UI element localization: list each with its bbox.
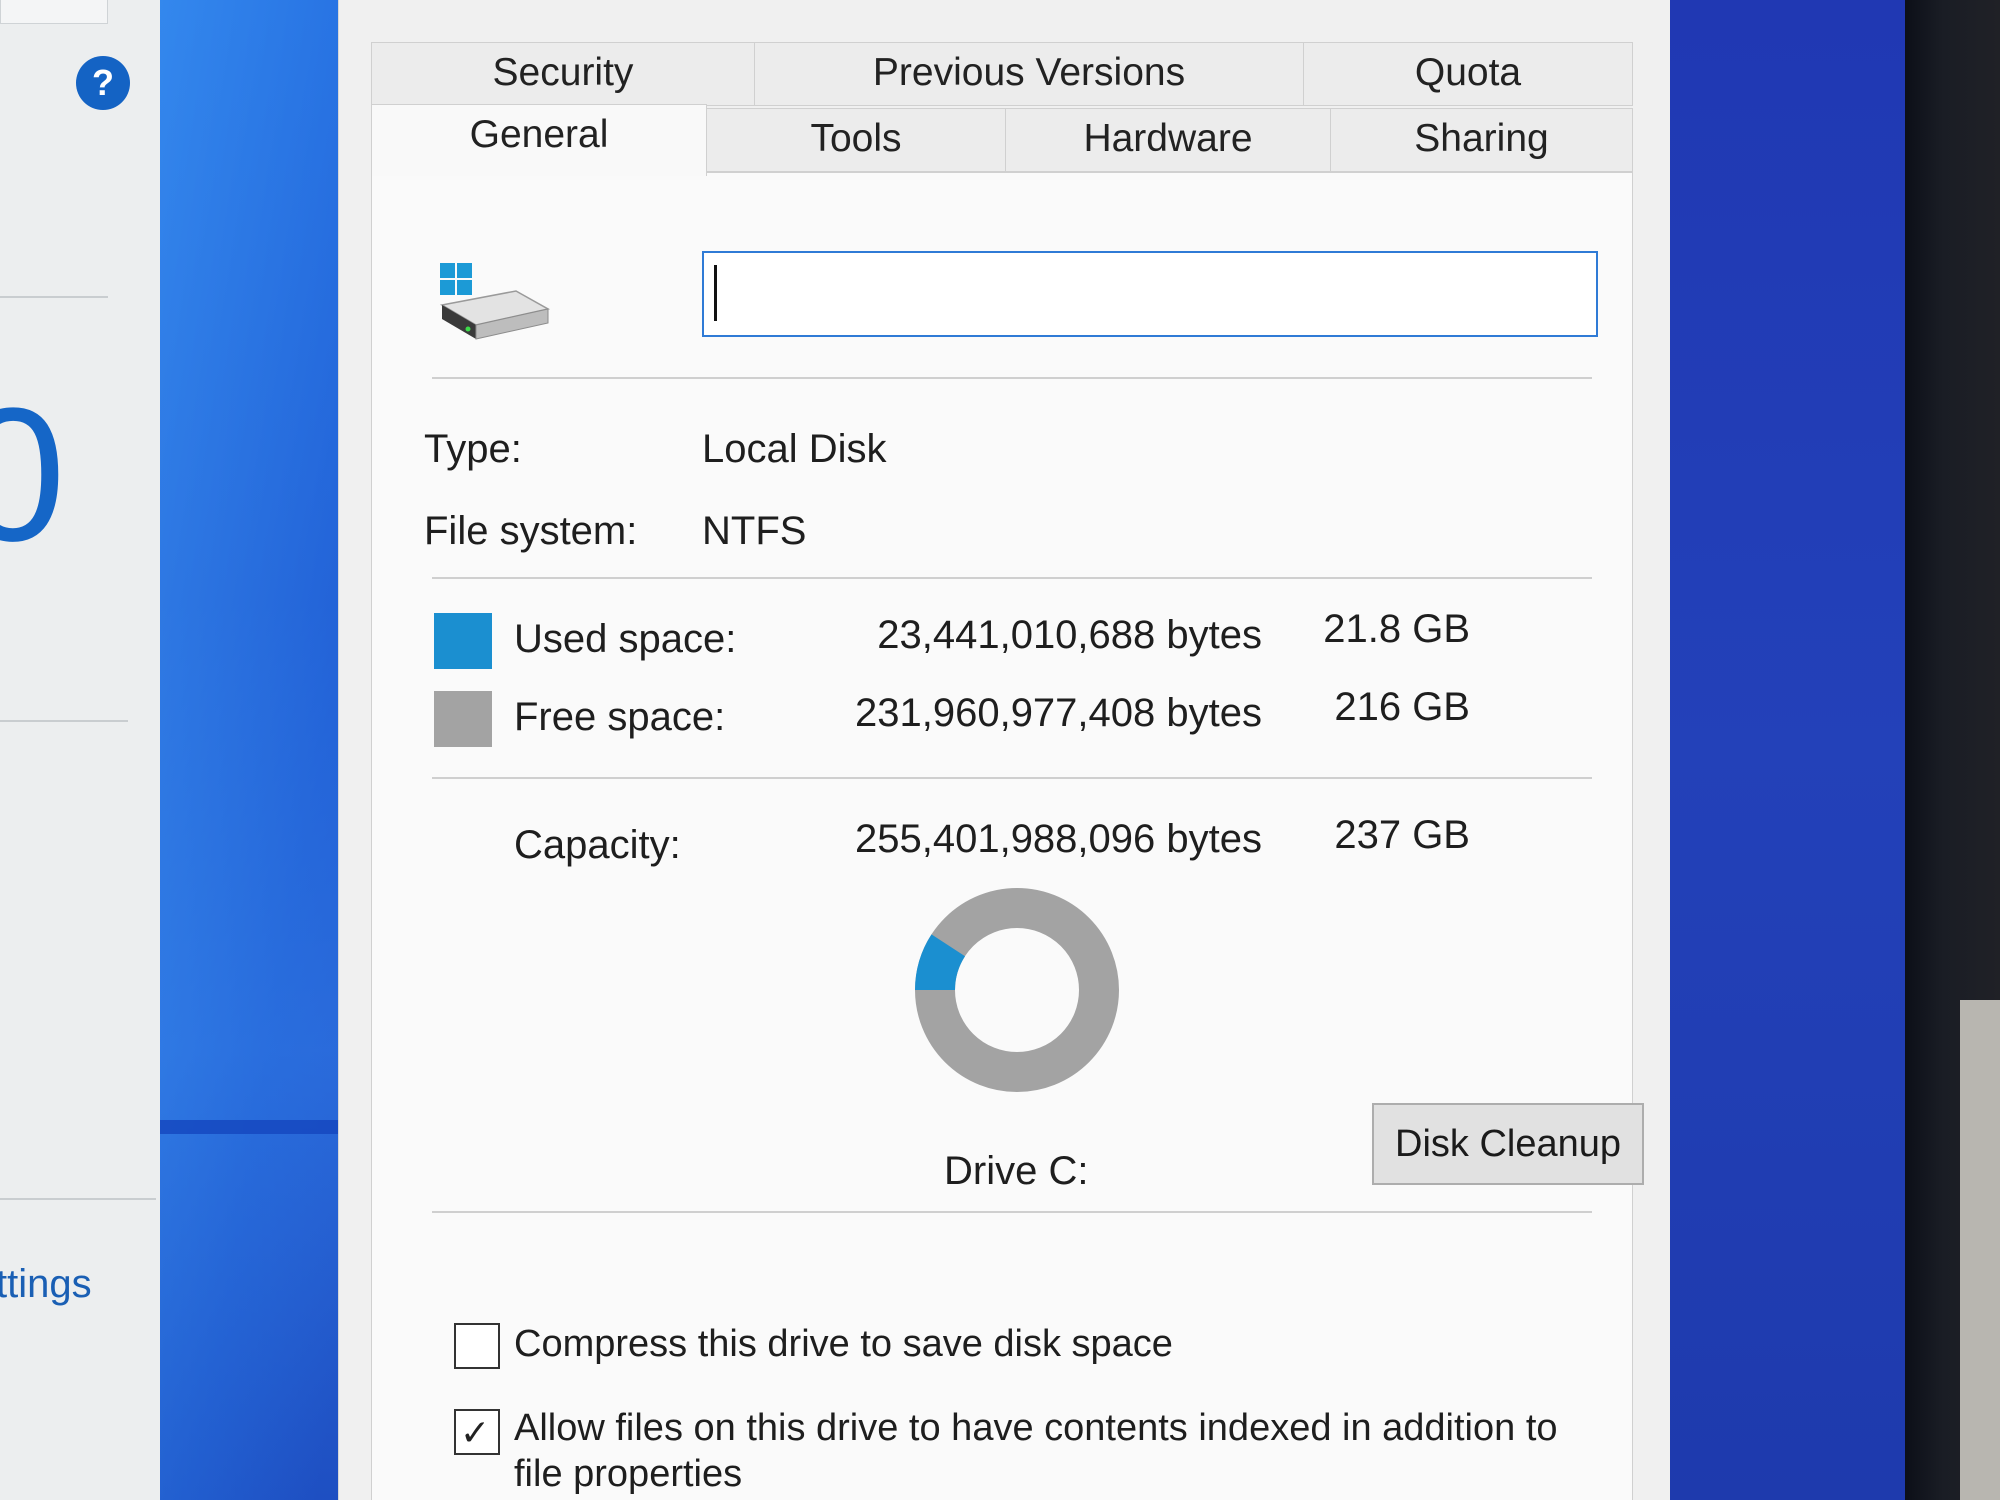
background-divider xyxy=(0,720,128,722)
tab-tools[interactable]: Tools xyxy=(706,108,1006,172)
capacity-label: Capacity: xyxy=(514,823,681,867)
tab-quota[interactable]: Quota xyxy=(1303,42,1633,106)
compress-drive-label[interactable]: Compress this drive to save disk space xyxy=(514,1323,1173,1366)
used-space-arc xyxy=(915,934,966,991)
general-tab-panel: Type: Local Disk File system: NTFS Used … xyxy=(371,172,1644,1500)
background-large-glyph: 0 xyxy=(0,369,66,581)
type-label: Type: xyxy=(424,427,522,471)
divider xyxy=(432,377,1592,379)
used-space-size: 21.8 GB xyxy=(1323,607,1470,651)
free-space-ring xyxy=(915,888,1119,1092)
filesystem-value: NTFS xyxy=(702,509,807,553)
hard-drive-icon xyxy=(439,263,551,340)
filesystem-label: File system: xyxy=(424,509,638,553)
background-shelf xyxy=(1960,1000,2000,1500)
disk-usage-donut xyxy=(915,888,1119,1092)
used-space-bytes: 23,441,010,688 bytes xyxy=(877,613,1262,657)
free-space-swatch xyxy=(434,691,492,747)
background-divider xyxy=(0,1198,156,1200)
used-space-swatch xyxy=(434,613,492,669)
drive-name-input[interactable] xyxy=(702,251,1598,337)
drive-properties-dialog: Security Previous Versions Quota General… xyxy=(338,0,1670,1500)
tab-security[interactable]: Security xyxy=(371,42,755,106)
index-contents-label[interactable]: Allow files on this drive to have conten… xyxy=(514,1407,1558,1450)
used-space-label: Used space: xyxy=(514,617,737,661)
free-space-size: 216 GB xyxy=(1334,685,1470,729)
tab-general[interactable]: General xyxy=(371,104,707,176)
divider xyxy=(432,577,1592,579)
tab-previous-versions[interactable]: Previous Versions xyxy=(754,42,1304,106)
desktop-wallpaper-right xyxy=(1670,0,1905,1500)
capacity-size: 237 GB xyxy=(1334,813,1470,857)
drive-label: Drive C: xyxy=(944,1149,1089,1193)
background-settings-window: ? 0 ttings xyxy=(0,0,160,1500)
background-search-box xyxy=(0,0,108,24)
index-contents-checkbox[interactable]: ✓ xyxy=(454,1409,500,1455)
divider xyxy=(432,777,1592,779)
background-divider xyxy=(0,296,108,298)
background-settings-link[interactable]: ttings xyxy=(0,1262,92,1307)
capacity-bytes: 255,401,988,096 bytes xyxy=(854,817,1262,861)
type-value: Local Disk xyxy=(702,427,887,471)
monitor-bezel xyxy=(1905,0,2000,1500)
text-caret xyxy=(714,265,717,321)
compress-drive-checkbox[interactable] xyxy=(454,1323,500,1369)
disk-cleanup-button[interactable]: Disk Cleanup xyxy=(1372,1103,1644,1185)
divider xyxy=(432,1211,1592,1213)
help-icon[interactable]: ? xyxy=(76,56,130,110)
index-contents-label-cont[interactable]: file properties xyxy=(514,1453,742,1496)
tab-strip: Security Previous Versions Quota General… xyxy=(371,42,1633,176)
free-space-bytes: 231,960,977,408 bytes xyxy=(854,691,1262,735)
free-space-label: Free space: xyxy=(514,695,726,739)
tab-sharing[interactable]: Sharing xyxy=(1330,108,1633,172)
checkmark-icon: ✓ xyxy=(460,1412,491,1453)
tab-hardware[interactable]: Hardware xyxy=(1005,108,1331,172)
